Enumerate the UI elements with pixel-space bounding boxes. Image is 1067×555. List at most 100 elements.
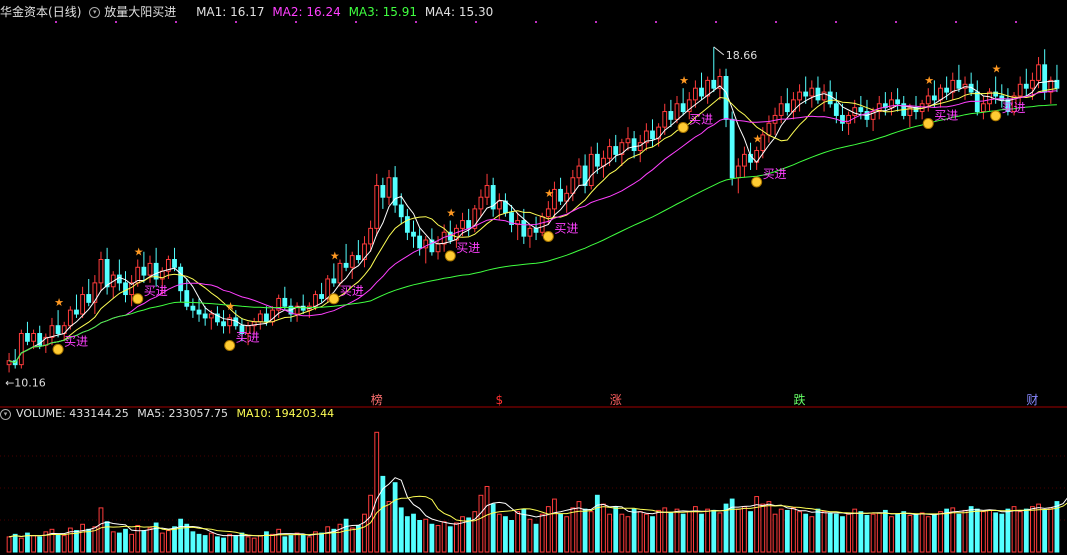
candle-body	[196, 309, 202, 315]
candle-body	[178, 266, 184, 292]
candle-body	[735, 165, 741, 179]
candle-body	[938, 87, 943, 101]
event-marker: 榜	[371, 392, 383, 407]
volume-bar	[643, 513, 649, 553]
volume-bar	[582, 508, 588, 553]
buy-signal-label: 买进	[144, 284, 168, 298]
buy-signal-label: 买进	[340, 284, 364, 298]
volume-bar	[319, 532, 324, 553]
volume-bar	[294, 532, 300, 553]
candle-body	[637, 142, 643, 151]
volume-bar	[135, 525, 141, 553]
candle-body	[325, 278, 331, 299]
kline-chart[interactable]: 买进 ★ 买进 ★ 买进 ★ 买进 ★ 买进 ★ 买进 ★ 买进 ★ 买进 ★ 买进 ★ 买进 ★ 榜 $ 涨 跌 财 18.6…	[0, 0, 1067, 555]
runner-icon: ★	[446, 207, 456, 220]
money-bag-icon	[922, 118, 934, 130]
candle-body	[742, 153, 747, 167]
volume-bar	[791, 507, 796, 553]
runner-icon: ★	[134, 246, 144, 259]
volume-bar	[601, 503, 606, 553]
volume-bar	[172, 526, 177, 553]
moving-average-lines	[8, 80, 1057, 364]
volume-bar	[404, 516, 410, 553]
candle-body	[1017, 83, 1023, 97]
volume-bar	[821, 511, 827, 553]
candle-body	[558, 188, 563, 202]
volume-bar	[913, 513, 919, 553]
volume-bar	[1036, 503, 1041, 553]
volume-bar	[159, 532, 165, 553]
volume-bar	[1048, 507, 1054, 553]
candle-body	[797, 91, 802, 101]
runner-icon: ★	[992, 63, 1002, 76]
buy-signal-label: 买进	[689, 112, 713, 126]
candle-body	[772, 114, 778, 124]
volume-bar	[570, 507, 576, 553]
candle-body	[67, 309, 73, 327]
money-bag-icon	[542, 230, 554, 242]
volume-bar	[1054, 501, 1060, 553]
candle-body	[711, 79, 717, 89]
volume-bar	[227, 533, 233, 553]
candle-body	[337, 262, 343, 284]
volume-bar	[245, 536, 251, 553]
volume-bar	[288, 535, 294, 553]
volume-bar	[515, 511, 521, 553]
candle-body	[521, 220, 527, 237]
volume-bar	[1023, 508, 1029, 553]
candle-body	[680, 103, 686, 113]
volume-bar	[147, 527, 153, 553]
runner-icon: ★	[54, 296, 64, 309]
volume-bar	[178, 518, 184, 553]
candle-body	[331, 278, 337, 284]
volume-bar	[827, 512, 833, 553]
candle-body	[202, 313, 208, 319]
volume-bar	[705, 508, 711, 553]
volume-bar	[251, 537, 257, 553]
volume-bar	[815, 508, 821, 553]
volume-bar	[919, 512, 925, 553]
volume-bar	[613, 506, 619, 553]
candle-body	[184, 290, 190, 307]
volume-bar	[895, 513, 901, 553]
max-price-label: 18.66	[726, 49, 758, 62]
volume-bar	[950, 507, 956, 553]
candle-body	[398, 204, 404, 218]
volume-bar	[607, 513, 612, 553]
candle-body	[809, 87, 815, 97]
volume-bar	[276, 528, 282, 553]
candle-body	[313, 294, 318, 307]
candle-body	[221, 321, 226, 327]
candle-body	[257, 313, 263, 323]
candle-body	[98, 259, 104, 284]
volume-bar	[441, 521, 447, 553]
volume-bar	[956, 513, 962, 553]
candle-body	[435, 243, 441, 253]
volume-bar	[215, 536, 220, 553]
candle-body	[533, 227, 539, 233]
candle-body	[282, 297, 288, 307]
ma4-line	[8, 104, 1057, 364]
event-marker: 跌	[794, 392, 806, 407]
volume-bar	[429, 523, 435, 553]
volume-bar	[417, 520, 423, 553]
runner-icon: ★	[544, 187, 554, 200]
volume-bar	[711, 509, 717, 553]
buy-signal-label: 买进	[1002, 101, 1026, 115]
volume-bar	[423, 518, 429, 553]
volume-bar	[509, 520, 514, 553]
money-bag-icon	[751, 176, 763, 188]
volume-bar	[49, 528, 55, 553]
volume-bar	[840, 516, 845, 553]
buy-signal-label: 买进	[934, 109, 958, 123]
candle-body	[86, 294, 92, 303]
candle-body	[74, 309, 79, 315]
volume-bar	[650, 516, 655, 553]
candle-body	[846, 114, 851, 124]
volume-bar	[478, 494, 484, 553]
runner-icon: ★	[330, 249, 340, 262]
volume-bar	[925, 516, 931, 553]
candle-body	[1048, 79, 1054, 93]
candle-body	[123, 282, 128, 296]
candle-body	[784, 103, 790, 113]
